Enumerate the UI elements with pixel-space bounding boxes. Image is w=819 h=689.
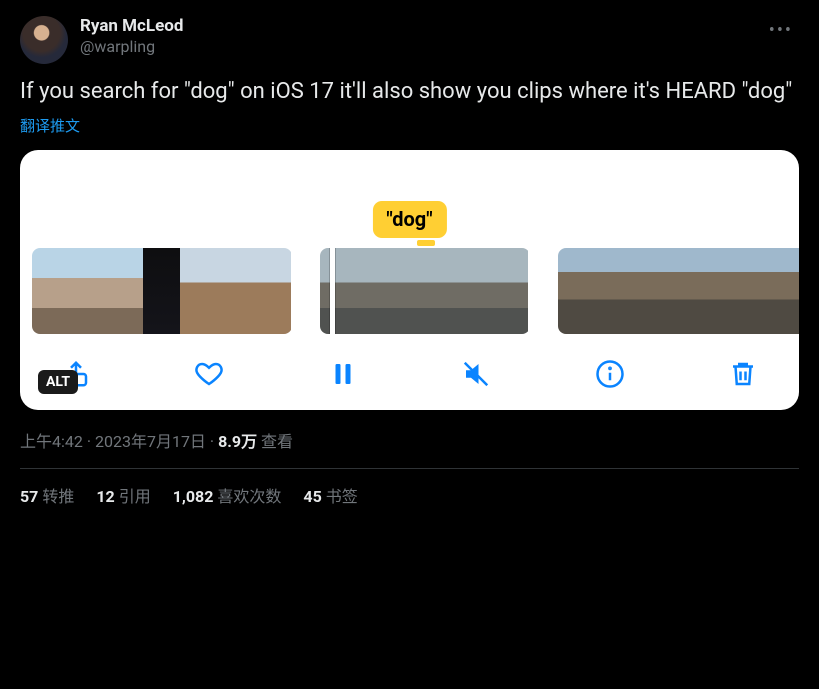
views-count: 8.9万 xyxy=(218,432,257,451)
handle: @warpling xyxy=(80,37,751,56)
tweet-stats: 57转推 12 引用 1,082喜欢次数 45 书签 xyxy=(20,483,799,507)
quotes-count: 12 xyxy=(96,487,114,506)
quotes-stat[interactable]: 12 引用 xyxy=(96,483,150,507)
tweet-container: Ryan McLeod @warpling ••• If you search … xyxy=(0,0,819,523)
divider xyxy=(20,468,799,469)
retweets-stat[interactable]: 57转推 xyxy=(20,483,74,507)
display-name: Ryan McLeod xyxy=(80,16,751,36)
heart-icon[interactable] xyxy=(193,358,225,390)
quotes-label: 引用 xyxy=(119,487,151,506)
tweet-date[interactable]: 2023年7月17日 xyxy=(95,432,206,451)
bookmarks-stat[interactable]: 45 书签 xyxy=(303,483,357,507)
tweet-text: If you search for "dog" on iOS 17 it'll … xyxy=(20,78,799,107)
avatar[interactable] xyxy=(20,16,68,64)
alt-badge[interactable]: ALT xyxy=(38,370,78,394)
bookmarks-count: 45 xyxy=(303,487,321,506)
author-names[interactable]: Ryan McLeod @warpling xyxy=(80,16,751,56)
trash-icon[interactable] xyxy=(727,358,759,390)
clip-thumbnail-group[interactable] xyxy=(558,248,799,334)
tweet-meta: 上午4:42 · 2023年7月17日 · 8.9万 查看 xyxy=(20,428,799,452)
views-label: 查看 xyxy=(261,432,293,451)
pause-icon[interactable] xyxy=(327,358,359,390)
more-icon[interactable]: ••• xyxy=(763,16,799,45)
tweet-header: Ryan McLeod @warpling ••• xyxy=(20,16,799,64)
mute-icon[interactable] xyxy=(460,358,492,390)
retweets-count: 57 xyxy=(20,487,38,506)
retweets-label: 转推 xyxy=(42,487,74,506)
media-toolbar xyxy=(20,336,799,396)
likes-label: 喜欢次数 xyxy=(217,487,281,506)
info-icon[interactable] xyxy=(594,358,626,390)
clip-thumbnail-group[interactable] xyxy=(32,248,292,334)
translate-link[interactable]: 翻译推文 xyxy=(20,115,80,136)
scrub-marker xyxy=(417,240,435,246)
tweet-time[interactable]: 上午4:42 xyxy=(20,432,83,451)
caption-bubble: "dog" xyxy=(372,201,446,238)
media-caption-area: "dog" xyxy=(20,150,799,236)
likes-count: 1,082 xyxy=(173,487,214,506)
video-timeline[interactable] xyxy=(20,236,799,336)
likes-stat[interactable]: 1,082喜欢次数 xyxy=(173,483,282,507)
clip-thumbnail-group[interactable] xyxy=(320,248,530,334)
playhead[interactable] xyxy=(330,248,335,334)
media-card[interactable]: "dog" xyxy=(20,150,799,410)
bookmarks-label: 书签 xyxy=(326,487,358,506)
